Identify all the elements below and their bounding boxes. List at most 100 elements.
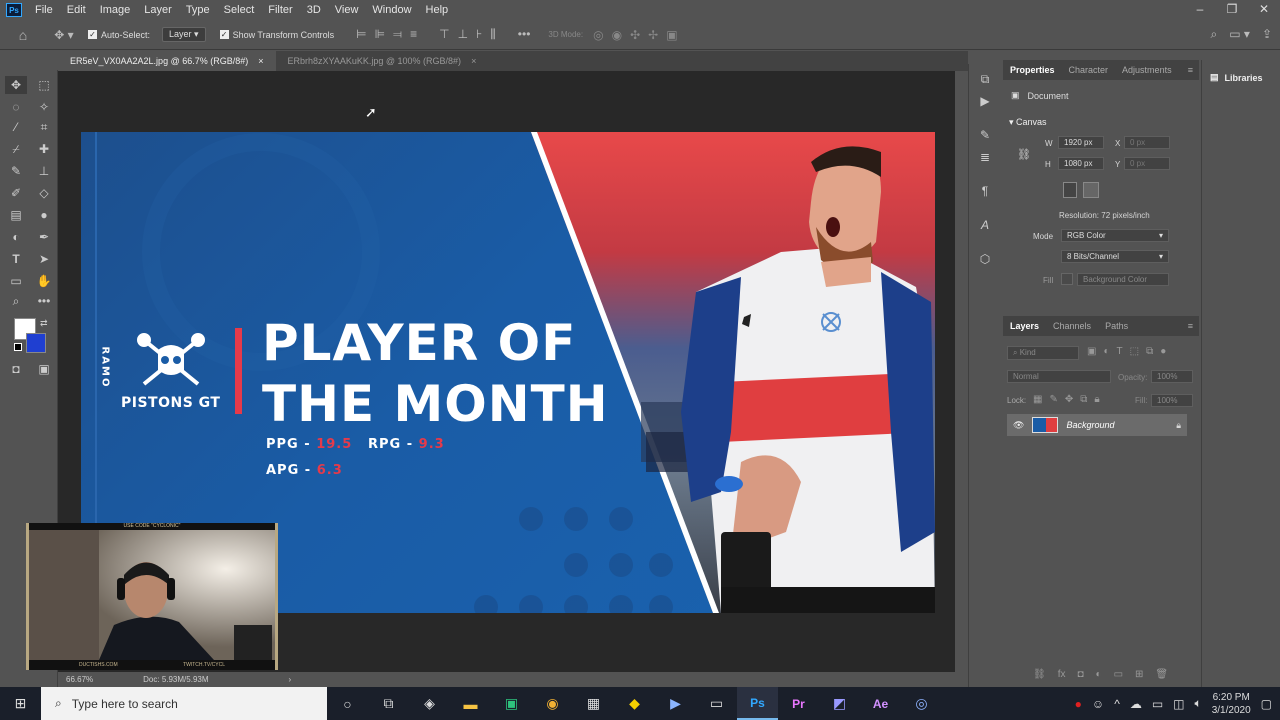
- 3d-slide-icon[interactable]: ✢: [648, 28, 658, 42]
- onedrive-icon[interactable]: ☁: [1130, 697, 1142, 711]
- canvas-x-field[interactable]: 0 px: [1124, 136, 1170, 149]
- tab-layers[interactable]: Layers: [1010, 321, 1039, 331]
- tab-character[interactable]: Character: [1069, 65, 1109, 75]
- delete-layer-icon[interactable]: 🗑︎: [1155, 669, 1168, 680]
- visibility-eye-icon[interactable]: 👁︎: [1013, 420, 1024, 431]
- hand-tool-icon[interactable]: ✋: [33, 272, 55, 290]
- align-top-icon[interactable]: ⊤: [439, 27, 449, 42]
- tab-close-icon[interactable]: ×: [258, 51, 263, 71]
- 3d-roll-icon[interactable]: ◉: [612, 28, 622, 42]
- move-tool-preset-icon[interactable]: ✥ ▾: [46, 28, 82, 42]
- align-right-icon[interactable]: ⫤: [393, 27, 402, 42]
- 3d-panel-icon[interactable]: ⬡: [974, 250, 996, 268]
- screen-mode-icon[interactable]: ▣: [33, 360, 55, 378]
- marquee-tool-icon[interactable]: ⬚: [33, 76, 55, 94]
- tab-adjustments[interactable]: Adjustments: [1122, 65, 1172, 75]
- bit-depth-dropdown[interactable]: 8 Bits/Channel ▾: [1061, 250, 1169, 263]
- photoshop-taskbar-icon[interactable]: Ps: [737, 687, 778, 720]
- tab-document-2[interactable]: ERbrh8zXYAAKuKK.jpg @ 100% (RGB/8#) ×: [276, 51, 489, 71]
- distribute-icon[interactable]: ≡: [410, 27, 417, 42]
- share-icon[interactable]: ⇪: [1262, 27, 1272, 42]
- eraser-tool-icon[interactable]: ◇: [33, 184, 55, 202]
- file-explorer-icon[interactable]: ▬: [450, 687, 491, 720]
- align-middle-icon[interactable]: ⊥: [458, 27, 468, 42]
- window-app-icon[interactable]: ▭: [696, 687, 737, 720]
- menu-3d[interactable]: 3D: [300, 4, 328, 16]
- more-options-icon[interactable]: •••: [518, 27, 531, 42]
- tab-properties[interactable]: Properties: [1010, 65, 1055, 75]
- menu-window[interactable]: Window: [365, 4, 418, 16]
- restore-icon[interactable]: ❐: [1216, 0, 1248, 20]
- fill-dropdown[interactable]: Background Color: [1077, 273, 1169, 286]
- media-encoder-icon[interactable]: ◩: [819, 687, 860, 720]
- tab-paths[interactable]: Paths: [1105, 321, 1128, 331]
- show-transform-controls-checkbox[interactable]: ✓ Show Transform Controls: [219, 30, 334, 40]
- quick-select-icon[interactable]: ⁄: [5, 118, 27, 136]
- align-bottom-icon[interactable]: ⊦: [476, 27, 482, 42]
- volume-icon[interactable]: 🔈︎: [1195, 696, 1202, 711]
- taskbar-search-box[interactable]: ⌕ Type here to search: [41, 687, 327, 720]
- background-color-swatch[interactable]: [26, 333, 46, 353]
- gradient-tool-icon[interactable]: ▤: [5, 206, 27, 224]
- canvas-width-field[interactable]: 1920 px: [1058, 136, 1104, 149]
- canvas-height-field[interactable]: 1080 px: [1058, 157, 1104, 170]
- eyedropper-icon[interactable]: ⌿: [5, 140, 27, 158]
- lock-transparent-icon[interactable]: ▦: [1033, 394, 1042, 405]
- calculator-icon[interactable]: ▦: [573, 687, 614, 720]
- menu-image[interactable]: Image: [93, 4, 138, 16]
- type-tool-icon[interactable]: T: [5, 250, 27, 268]
- actions-panel-icon[interactable]: ▶: [974, 92, 996, 110]
- zoom-tool-icon[interactable]: ⌕: [5, 292, 27, 310]
- canvas-section-header[interactable]: ▾ Canvas: [1009, 117, 1047, 128]
- distribute-vertical-icon[interactable]: ⫼: [490, 27, 496, 42]
- quick-mask-icon[interactable]: ◘: [5, 360, 27, 378]
- edit-toolbar-icon[interactable]: •••: [33, 292, 55, 310]
- notifications-icon[interactable]: ▢: [1261, 697, 1272, 711]
- canvas-y-field[interactable]: 0 px: [1124, 157, 1170, 170]
- close-icon[interactable]: ✕: [1248, 0, 1280, 20]
- link-dimensions-icon[interactable]: ⛓: [1017, 148, 1031, 161]
- lock-position-icon[interactable]: ✥: [1065, 394, 1073, 405]
- people-icon[interactable]: ☺: [1092, 697, 1104, 711]
- path-select-icon[interactable]: ➤: [33, 250, 55, 268]
- menu-filter[interactable]: Filter: [261, 4, 299, 16]
- lock-artboard-icon[interactable]: ⧉: [1080, 394, 1087, 405]
- filter-smart-icon[interactable]: ⧉: [1146, 346, 1153, 357]
- 3d-orbit-icon[interactable]: ◎: [593, 28, 603, 42]
- tab-close-icon[interactable]: ×: [471, 51, 476, 71]
- align-left-icon[interactable]: ⊨: [356, 27, 366, 42]
- paragraph-panel-icon[interactable]: ¶: [974, 182, 996, 200]
- swap-colors-icon[interactable]: ⇄: [40, 318, 48, 329]
- lock-image-icon[interactable]: ✎: [1049, 394, 1057, 405]
- filter-toggle-icon[interactable]: ●: [1160, 346, 1166, 357]
- filter-adjustment-icon[interactable]: ◐: [1103, 346, 1109, 357]
- cinema4d-icon[interactable]: ◎: [901, 687, 942, 720]
- dodge-tool-icon[interactable]: ◐: [5, 228, 27, 246]
- color-mode-dropdown[interactable]: RGB Color ▾: [1061, 229, 1169, 242]
- magic-wand-icon[interactable]: ✧: [33, 98, 55, 116]
- filter-shape-icon[interactable]: ⬚: [1130, 346, 1139, 357]
- zoom-level[interactable]: 66.67%: [66, 675, 93, 684]
- windows-start-icon[interactable]: ⊞: [0, 687, 41, 720]
- minimize-icon[interactable]: –: [1184, 0, 1216, 20]
- blend-mode-dropdown[interactable]: Normal: [1007, 370, 1111, 383]
- battery-icon[interactable]: ▭: [1152, 697, 1163, 711]
- tray-app-icon[interactable]: ●: [1075, 697, 1082, 711]
- workspace-icon[interactable]: ▭ ▾: [1229, 27, 1250, 42]
- auto-select-checkbox[interactable]: ✓ Auto-Select:: [88, 30, 150, 40]
- menu-help[interactable]: Help: [419, 4, 456, 16]
- menu-type[interactable]: Type: [179, 4, 217, 16]
- crop-tool-icon[interactable]: ⌗: [33, 118, 55, 136]
- 3d-pan-icon[interactable]: ✣: [630, 28, 640, 42]
- menu-edit[interactable]: Edit: [60, 4, 93, 16]
- layer-filter-kind[interactable]: ⌕ Kind: [1007, 346, 1079, 360]
- tab-document-1[interactable]: ER5eV_VX0AA2A2L.jpg @ 66.7% (RGB/8#) ×: [58, 51, 276, 71]
- show-hidden-icon[interactable]: ^: [1114, 697, 1120, 711]
- libraries-button[interactable]: ▤ Libraries: [1202, 60, 1280, 83]
- search-icon[interactable]: ⌕: [1211, 27, 1218, 42]
- add-mask-icon[interactable]: ◘: [1077, 669, 1083, 680]
- app-green-icon[interactable]: ▣: [491, 687, 532, 720]
- brush-tool-icon[interactable]: ✎: [5, 162, 27, 180]
- rectangle-tool-icon[interactable]: ▭: [5, 272, 27, 290]
- media-player-icon[interactable]: ▶: [655, 687, 696, 720]
